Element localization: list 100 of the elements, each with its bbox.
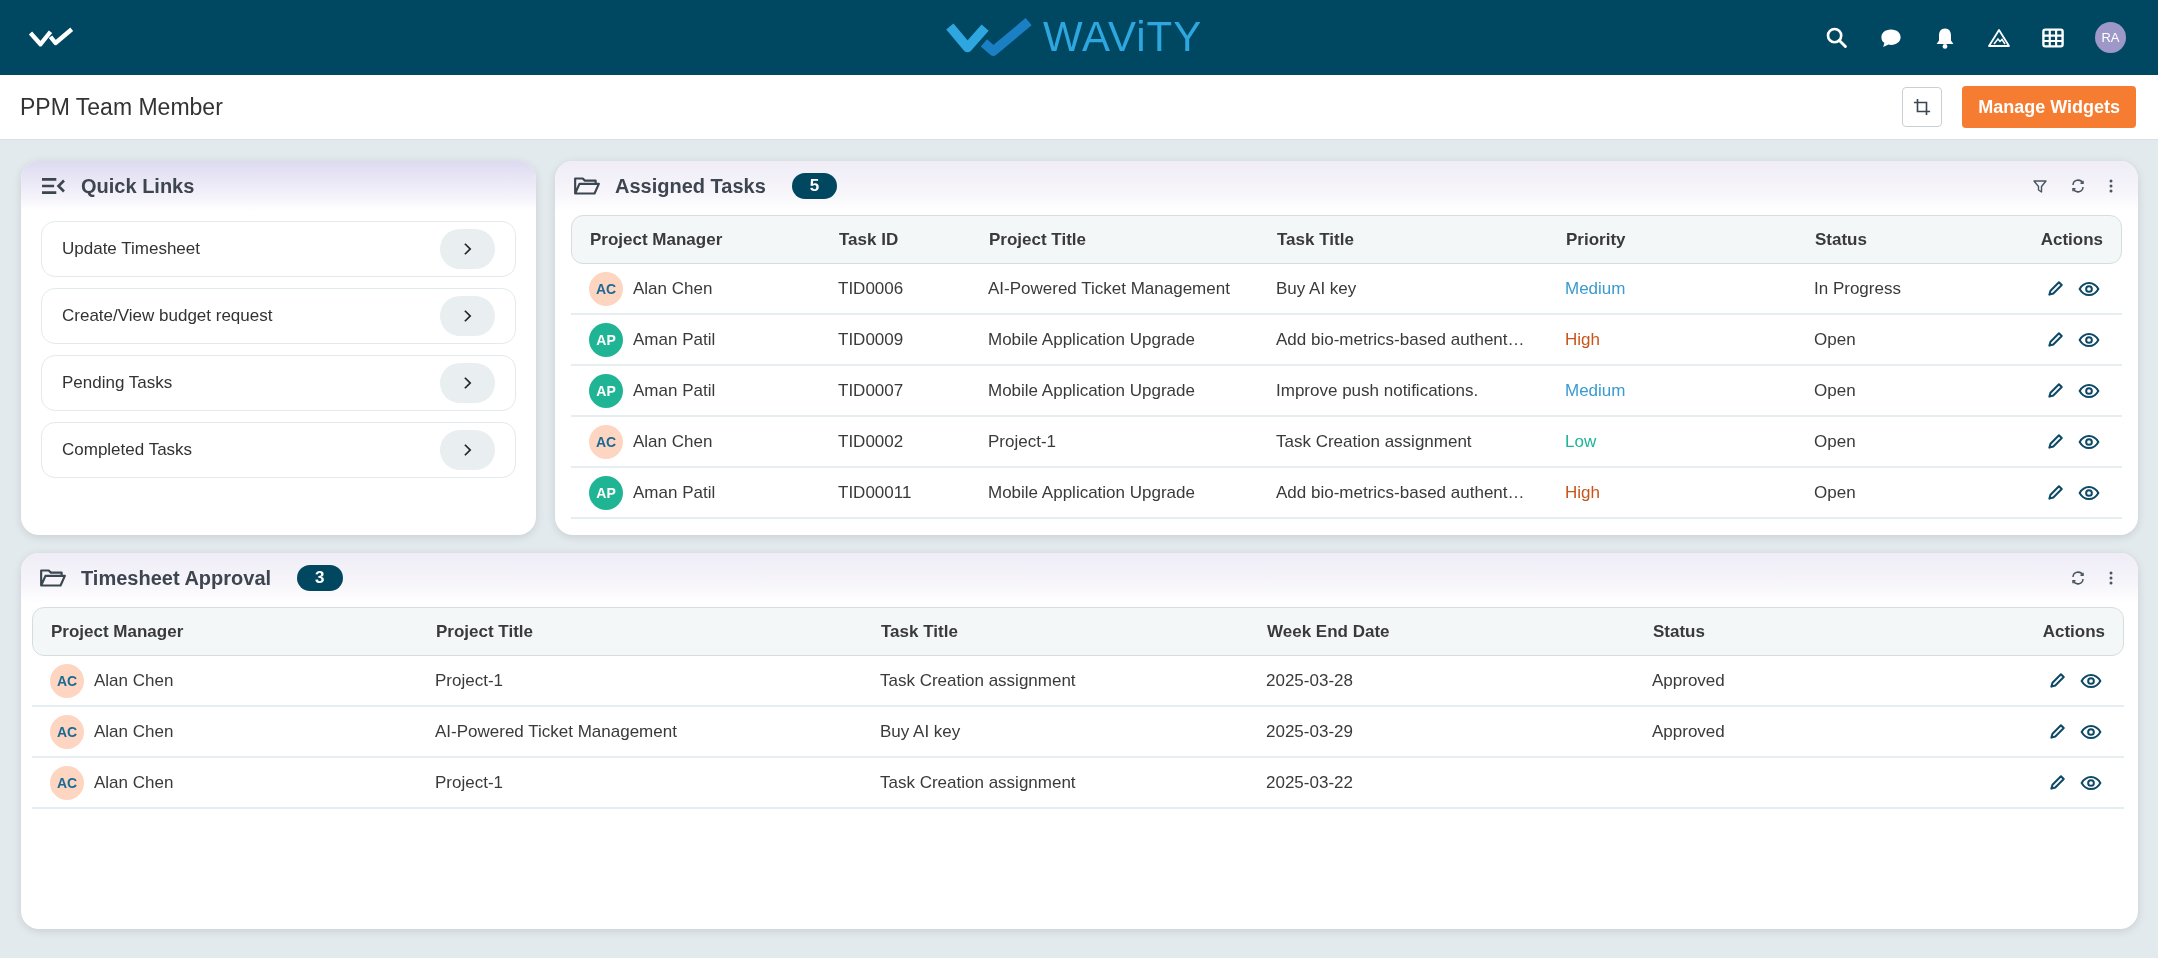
- table-cell: Buy AI key: [1276, 278, 1357, 299]
- eye-icon[interactable]: [2078, 433, 2100, 450]
- quick-link-label[interactable]: Update Timesheet: [62, 239, 200, 259]
- chevron-right-icon: [463, 376, 472, 390]
- crop-icon: [1913, 98, 1932, 116]
- column-header[interactable]: Project Manager: [590, 229, 839, 250]
- table-cell: Add bio-metrics-based authent…: [1276, 482, 1525, 503]
- column-header[interactable]: Task Title: [881, 621, 1267, 642]
- quick-link-label[interactable]: Completed Tasks: [62, 440, 193, 460]
- eye-icon[interactable]: [2080, 723, 2102, 740]
- table-cell: Project-1: [435, 772, 504, 793]
- table-cell: AI-Powered Ticket Management: [435, 721, 677, 742]
- more-options-icon[interactable]: [2108, 178, 2114, 194]
- table-cell: Task Creation assignment: [880, 772, 1076, 793]
- refresh-icon[interactable]: [2070, 178, 2086, 194]
- eye-icon[interactable]: [2078, 280, 2100, 297]
- more-options-icon[interactable]: [2108, 570, 2114, 586]
- folder-icon: [39, 567, 67, 589]
- card-title: Assigned Tasks: [615, 174, 766, 198]
- table-cell: Open: [1814, 329, 1856, 350]
- quick-link-item[interactable]: Completed Tasks: [41, 422, 516, 478]
- chevron-right-icon: [463, 309, 472, 323]
- grid-icon[interactable]: [2041, 25, 2065, 50]
- table-cell: Buy AI key: [880, 721, 961, 742]
- pencil-icon[interactable]: [2048, 773, 2066, 792]
- pencil-icon[interactable]: [2046, 483, 2064, 502]
- table-cell: Project-1: [435, 670, 504, 691]
- pencil-icon[interactable]: [2046, 279, 2064, 298]
- table-cell: Project-1: [988, 431, 1057, 452]
- table-cell: Improve push notifications.: [1276, 380, 1479, 401]
- table-cell: AI-Powered Ticket Management: [988, 278, 1230, 299]
- column-header[interactable]: Actions: [1995, 621, 2105, 642]
- brand-name: WAViTY: [1043, 16, 1203, 58]
- crop-button[interactable]: [1902, 87, 1943, 127]
- refresh-icon[interactable]: [2070, 570, 2086, 586]
- count-badge: 5: [791, 173, 838, 199]
- initials-avatar: AP: [589, 475, 623, 510]
- table-cell: Aman Patil: [633, 329, 716, 350]
- pencil-icon[interactable]: [2046, 381, 2064, 400]
- priority-label: Medium: [1565, 380, 1626, 401]
- table-cell: Mobile Application Upgrade: [988, 482, 1195, 503]
- column-header[interactable]: Status: [1653, 621, 1995, 642]
- table-cell: Aman Patil: [633, 380, 716, 401]
- column-header[interactable]: Actions: [1993, 229, 2103, 250]
- table-cell: Approved: [1652, 721, 1725, 742]
- table-cell: Add bio-metrics-based authent…: [1276, 329, 1525, 350]
- table-cell: 2025-03-29: [1266, 721, 1353, 742]
- quick-link-label[interactable]: Pending Tasks: [62, 373, 173, 393]
- table-cell: Task Creation assignment: [1276, 431, 1472, 452]
- count-badge: 3: [297, 565, 343, 591]
- quick-link-item[interactable]: Create/View budget request: [41, 288, 516, 344]
- initials-avatar: AC: [50, 714, 84, 749]
- table-cell: Aman Patil: [633, 482, 716, 503]
- table-cell: Open: [1814, 380, 1856, 401]
- table-cell: Alan Chen: [94, 670, 174, 691]
- table-cell: Task Creation assignment: [880, 670, 1076, 691]
- table-cell: Open: [1814, 482, 1856, 503]
- table-cell: Mobile Application Upgrade: [988, 329, 1195, 350]
- quick-link-label[interactable]: Create/View budget request: [62, 306, 273, 326]
- table-cell: Alan Chen: [94, 721, 174, 742]
- pencil-icon[interactable]: [2048, 671, 2066, 690]
- column-header[interactable]: Priority: [1566, 229, 1815, 250]
- table-cell: Mobile Application Upgrade: [988, 380, 1195, 401]
- initials-avatar: AC: [589, 271, 623, 306]
- initials-avatar: AC: [50, 663, 84, 698]
- column-header[interactable]: Task ID: [839, 229, 989, 250]
- initials-avatar: AC: [50, 765, 84, 800]
- eye-icon[interactable]: [2078, 331, 2100, 348]
- initials-avatar: AP: [589, 322, 623, 357]
- column-header[interactable]: Project Title: [989, 229, 1277, 250]
- card-title: Timesheet Approval: [81, 566, 272, 590]
- quick-link-item[interactable]: Pending Tasks: [41, 355, 516, 411]
- table-cell: TID0009: [838, 329, 904, 350]
- page-title: PPM Team Member: [20, 93, 223, 121]
- pencil-icon[interactable]: [2046, 432, 2064, 451]
- eye-icon[interactable]: [2078, 484, 2100, 501]
- quick-link-item[interactable]: Update Timesheet: [41, 221, 516, 277]
- search-icon[interactable]: [1825, 25, 1849, 50]
- table-cell: Open: [1814, 431, 1856, 452]
- column-header[interactable]: Status: [1815, 229, 1993, 250]
- pencil-icon[interactable]: [2048, 722, 2066, 741]
- table-cell: 2025-03-22: [1266, 772, 1353, 793]
- priority-label: High: [1565, 329, 1600, 350]
- folder-icon: [573, 175, 601, 197]
- table-cell: Alan Chen: [94, 772, 174, 793]
- table-cell: TID0006: [838, 278, 904, 299]
- filter-icon[interactable]: [2032, 178, 2048, 194]
- table-cell: Alan Chen: [633, 431, 713, 452]
- column-header[interactable]: Week End Date: [1267, 621, 1653, 642]
- menu-collapse-icon: [39, 175, 67, 197]
- table-cell: TID00011: [838, 482, 912, 503]
- eye-icon[interactable]: [2080, 774, 2102, 791]
- column-header[interactable]: Project Manager: [51, 621, 436, 642]
- card-title: Quick Links: [81, 174, 195, 198]
- eye-icon[interactable]: [2080, 672, 2102, 689]
- priority-label: High: [1565, 482, 1600, 503]
- column-header[interactable]: Project Title: [436, 621, 881, 642]
- pencil-icon[interactable]: [2046, 330, 2064, 349]
- column-header[interactable]: Task Title: [1277, 229, 1566, 250]
- eye-icon[interactable]: [2078, 382, 2100, 399]
